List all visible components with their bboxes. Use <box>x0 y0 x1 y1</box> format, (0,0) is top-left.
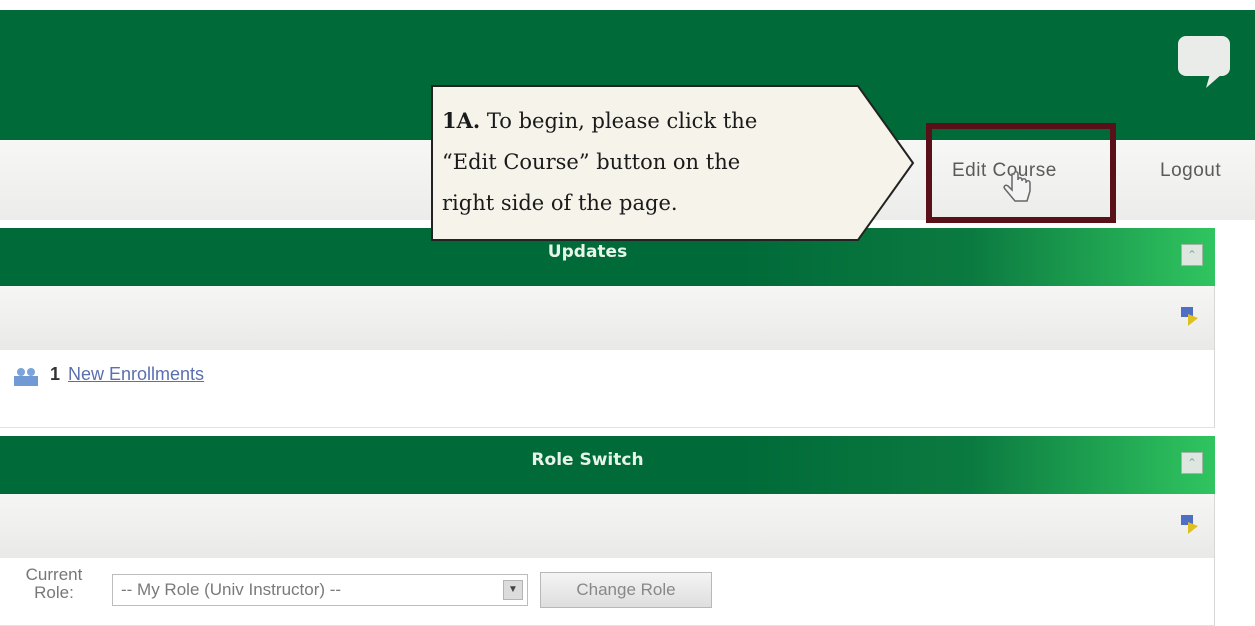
new-enrollments-link[interactable]: New Enrollments <box>68 364 204 385</box>
updates-title: Updates <box>547 242 628 262</box>
role-switch-content: Current Role: -- My Role (Univ Instructo… <box>0 558 1215 626</box>
callout-line-1: To begin, please click the <box>486 109 758 133</box>
callout-step: 1A. <box>442 108 481 133</box>
role-switch-collapse-button[interactable]: ⌃ <box>1181 452 1203 474</box>
callout-line-2: “Edit Course” button on the <box>442 150 741 174</box>
updates-content: 1 New Enrollments <box>0 350 1215 428</box>
logout-link[interactable]: Logout <box>1160 160 1221 182</box>
hand-cursor-icon <box>1003 171 1031 202</box>
role-switch-title: Role Switch <box>531 450 644 470</box>
role-switch-toolbar <box>0 494 1215 558</box>
chevron-down-icon[interactable]: ▼ <box>503 580 523 600</box>
new-enrollments-count: 1 <box>50 364 61 384</box>
callout-line-3: right side of the page. <box>442 191 678 215</box>
chat-bubble-icon[interactable] <box>1176 34 1232 90</box>
tutorial-callout-text: 1A. To begin, please click the “Edit Cou… <box>442 100 842 224</box>
updates-collapse-button[interactable]: ⌃ <box>1181 244 1203 266</box>
updates-toolbar <box>0 286 1215 350</box>
role-select[interactable]: -- My Role (Univ Instructor) -- ▼ <box>112 574 528 606</box>
role-switch-header: Role Switch ⌃ <box>0 436 1215 494</box>
settings-wizard-icon[interactable] <box>1178 304 1200 330</box>
users-icon <box>14 368 38 386</box>
current-role-label: Current Role: <box>25 565 83 602</box>
settings-wizard-icon[interactable] <box>1178 512 1200 538</box>
role-select-value: -- My Role (Univ Instructor) -- <box>121 580 342 599</box>
change-role-button[interactable]: Change Role <box>540 572 712 608</box>
